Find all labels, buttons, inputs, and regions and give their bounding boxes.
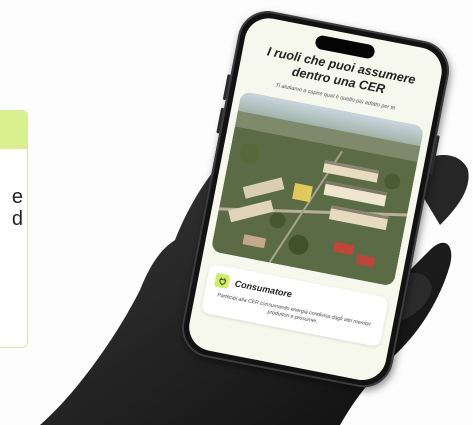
plug-icon — [213, 272, 231, 290]
aerial-city-photo — [210, 91, 425, 287]
plug-icon-graphic — [219, 276, 226, 285]
stage: e d I ruoli che puoi assumere dentro una… — [0, 0, 473, 425]
photo-graphic — [210, 91, 425, 287]
